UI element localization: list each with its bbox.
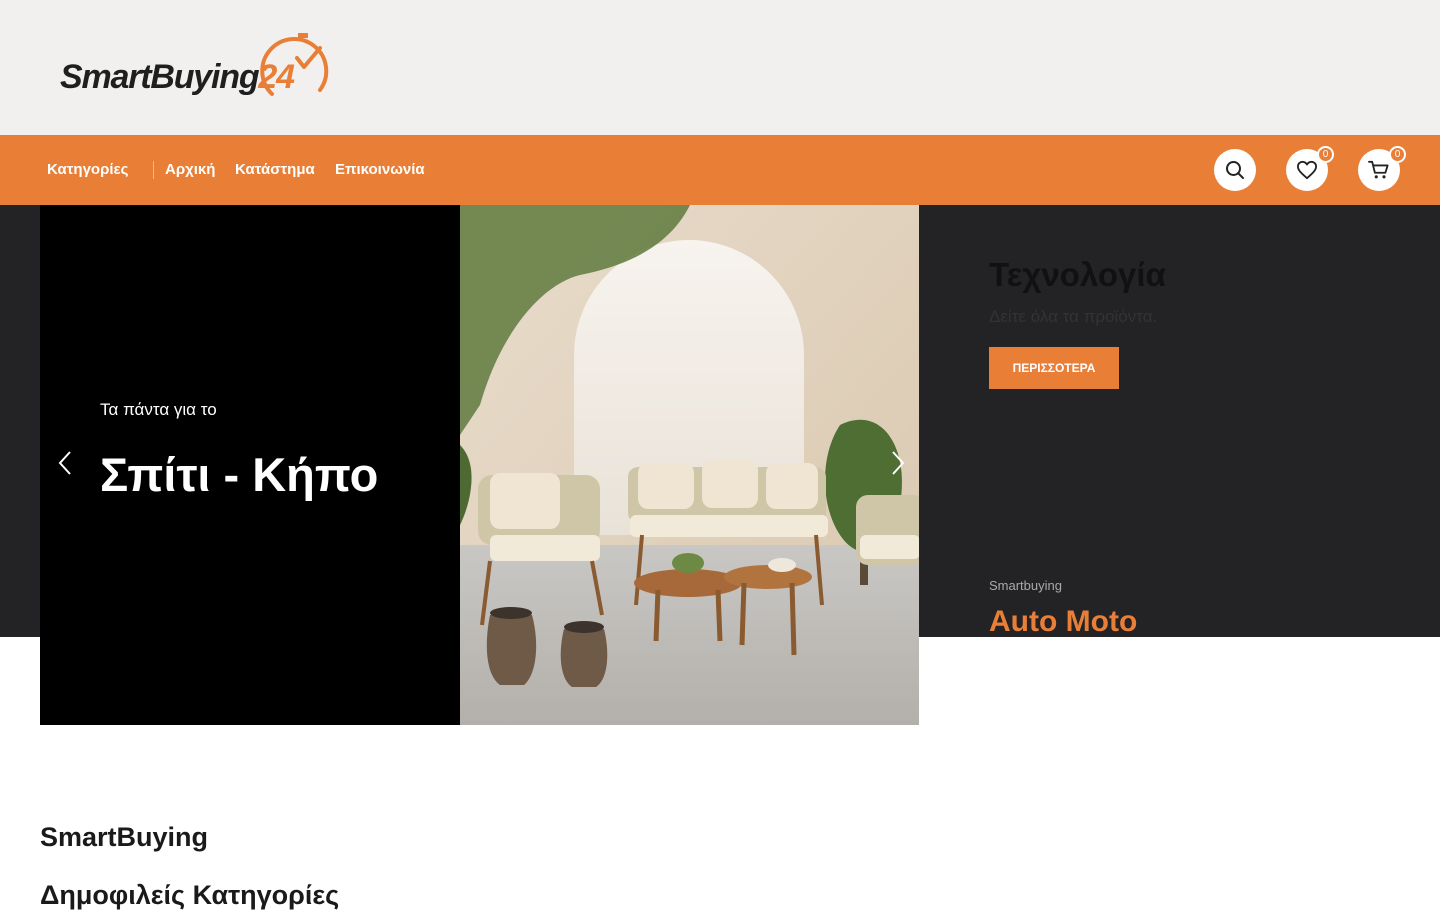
chevron-left-icon[interactable] — [54, 451, 78, 475]
section-subtitle: Δημοφιλείς Κατηγορίες — [40, 880, 340, 910]
cart-count-badge: 0 — [1389, 146, 1406, 163]
wishlist-button[interactable]: 0 — [1286, 146, 1334, 191]
chevron-right-icon[interactable] — [885, 451, 909, 475]
promo2-title[interactable]: Auto Moto — [989, 605, 1137, 637]
cart-icon — [1368, 160, 1389, 179]
hero-slider: Τα πάντα για το Σπίτι - Κήπο — [40, 205, 919, 725]
wishlist-count-badge: 0 — [1317, 146, 1334, 163]
section-title: SmartBuying — [40, 822, 209, 852]
heart-icon — [1296, 160, 1317, 180]
promo2-title-container: Auto Moto — [980, 600, 1280, 637]
search-button[interactable] — [1214, 149, 1256, 191]
promo2-small-label: Smartbuying — [989, 578, 1062, 593]
search-icon — [1226, 161, 1244, 179]
nav-item-home[interactable]: Αρχική — [165, 161, 215, 178]
clock-icon — [260, 33, 329, 96]
nav-divider — [153, 161, 154, 179]
site-logo[interactable]: SmartBuying24 — [58, 32, 348, 106]
nav-item-categories[interactable]: Κατηγορίες — [47, 161, 128, 178]
cart-button[interactable]: 0 — [1358, 146, 1406, 191]
slide-title: Σπίτι - Κήπο — [100, 448, 379, 501]
main-navigation: Κατηγορίες Αρχική Κατάστημα Επικοινωνία … — [0, 135, 1440, 205]
top-header: SmartBuying24 — [0, 0, 1440, 135]
slide-subtitle: Τα πάντα για το — [100, 400, 217, 419]
promo-more-button[interactable]: ΠΕΡΙΣΣΟΤΕΡΑ — [989, 347, 1119, 389]
promo-subtitle: Δείτε όλα τα προϊόντα. — [989, 307, 1158, 326]
logo-main-text: SmartBuying — [60, 58, 260, 96]
nav-item-shop[interactable]: Κατάστημα — [235, 161, 315, 178]
garden-furniture-photo — [460, 205, 919, 725]
nav-item-contact[interactable]: Επικοινωνία — [335, 161, 425, 178]
promo-title: Τεχνολογία — [989, 256, 1166, 293]
